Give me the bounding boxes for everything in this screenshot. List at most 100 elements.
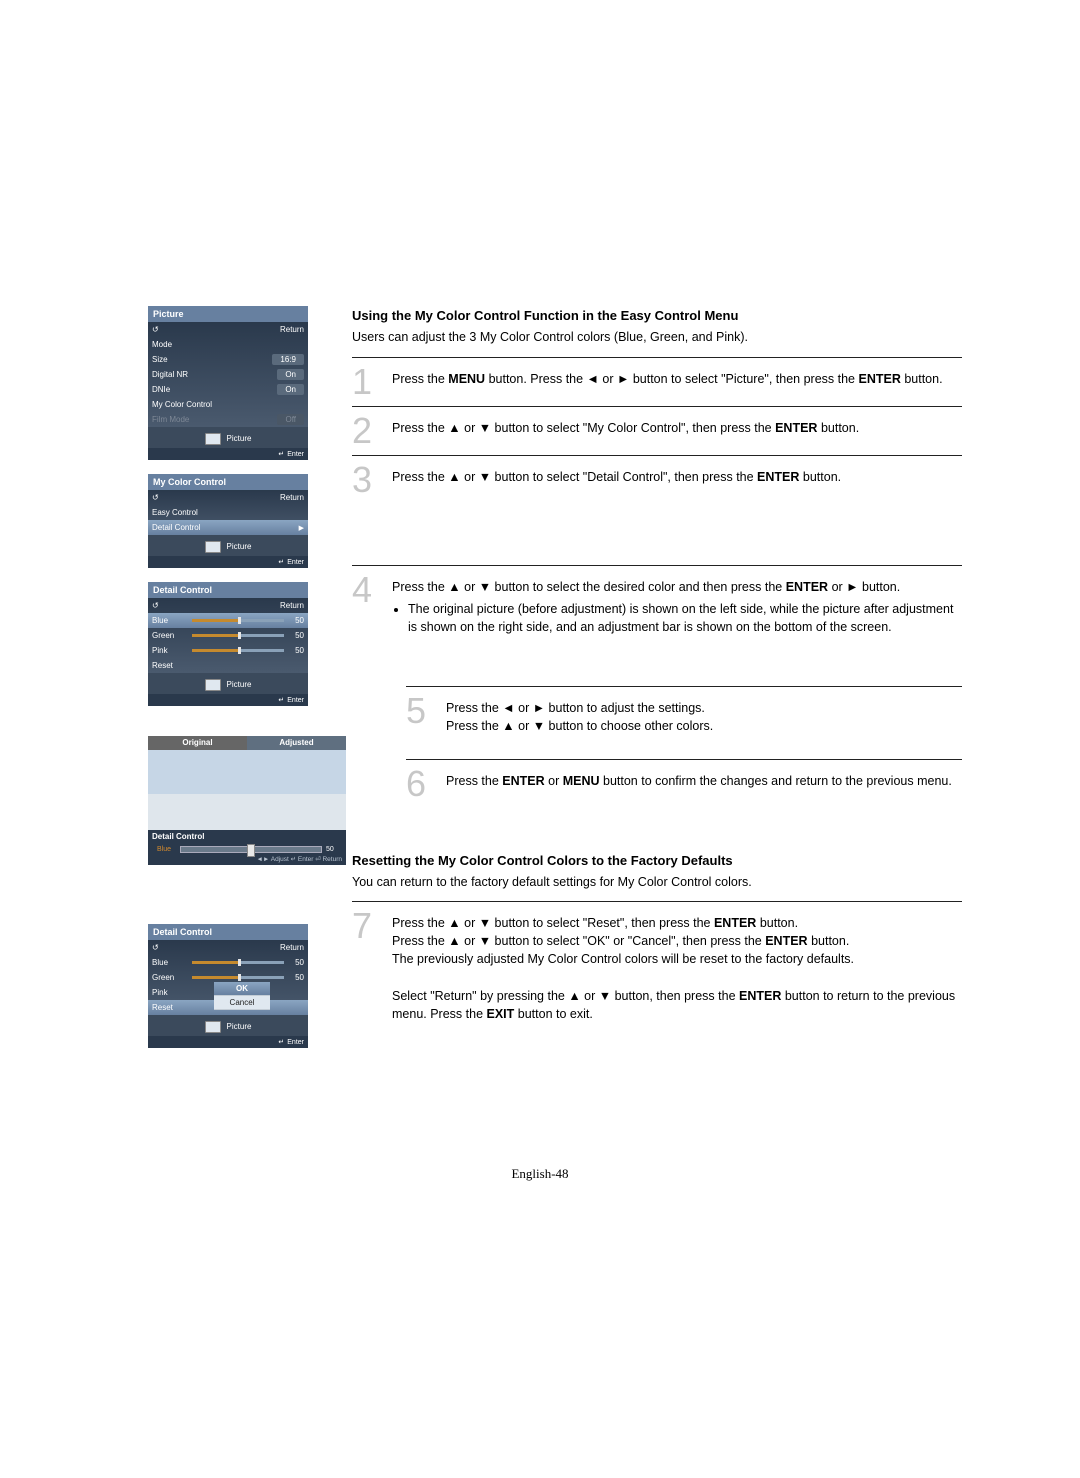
slider-track[interactable] [192, 961, 284, 964]
step-body: Press the MENU button. Press the ◄ or ► … [392, 366, 962, 388]
page-footer: English-48 [511, 1166, 568, 1182]
slider-thumb[interactable] [238, 647, 241, 654]
divider [352, 406, 962, 407]
osd-picture-tab: Picture [148, 673, 308, 694]
main-content: Using the My Color Control Function in t… [352, 308, 962, 1023]
bar-value: 50 [326, 846, 342, 853]
step-2: 2 Press the ▲ or ▼ button to select "My … [352, 415, 962, 447]
section-intro: You can return to the factory default se… [352, 874, 962, 892]
osd-enter-hint: Enter [148, 694, 308, 706]
slider-track[interactable] [192, 649, 284, 652]
image-original [148, 750, 247, 830]
section-title: Resetting the My Color Control Colors to… [352, 853, 962, 868]
step-4: 4 Press the ▲ or ▼ button to select the … [352, 574, 962, 636]
divider [352, 901, 962, 902]
divider [406, 686, 962, 687]
divider [352, 357, 962, 358]
option-cancel[interactable]: Cancel [214, 996, 270, 1010]
divider [352, 455, 962, 456]
osd-detail-control-menu: Detail Control Return Blue 50 Green 50 P… [148, 582, 308, 706]
slider-pink[interactable]: Pink 50 [148, 643, 308, 658]
osd-picture-tab: Picture [148, 1015, 308, 1036]
osd-enter-hint: Enter [148, 448, 308, 460]
osd-detail-control-reset-menu: Detail Control Return Blue 50 Green 50 P… [148, 924, 308, 1048]
osd-title: My Color Control [148, 474, 308, 490]
slider-thumb[interactable] [238, 959, 241, 966]
comparison-title: Detail Control [148, 830, 346, 843]
osd-picture-tab: Picture [148, 535, 308, 556]
osd-enter-hint: Enter [148, 1036, 308, 1048]
menu-item-dnie[interactable]: DNIeOn [148, 382, 308, 397]
menu-item-mode[interactable]: Mode [148, 337, 308, 352]
osd-body: Return Blue 50 Green 50 Pink 50 Reset [148, 598, 308, 673]
step-5: 5 Press the ◄ or ► button to adjust the … [406, 695, 962, 735]
step-6: 6 Press the ENTER or MENU button to conf… [406, 768, 962, 800]
slider-track[interactable] [180, 846, 322, 853]
divider [352, 565, 962, 566]
osd-body: Return Blue 50 Green 50 Pink Reset OK Ca… [148, 940, 308, 1015]
step-number: 6 [406, 768, 440, 800]
slider-thumb[interactable] [247, 844, 255, 857]
step-body: Press the ▲ or ▼ button to select the de… [392, 574, 962, 636]
step-bullets: The original picture (before adjustment)… [392, 600, 962, 636]
menu-item-detail-control[interactable]: Detail Control▶ [148, 520, 308, 535]
slider-track[interactable] [192, 619, 284, 622]
slider-track[interactable] [192, 634, 284, 637]
bar-label: Blue [152, 846, 176, 853]
reset-submenu: OK Cancel [214, 982, 270, 1010]
step-number: 3 [352, 464, 386, 496]
step-number: 5 [406, 695, 440, 727]
label-original: Original [148, 736, 247, 750]
slider-thumb[interactable] [238, 632, 241, 639]
menu-item-reset[interactable]: Reset [148, 658, 308, 673]
slider-blue[interactable]: Blue 50 [148, 955, 308, 970]
slider-blue[interactable]: Blue 50 [148, 613, 308, 628]
comparison-images [148, 750, 346, 830]
image-adjusted [247, 750, 346, 830]
menu-return[interactable]: Return [148, 940, 308, 955]
osd-title: Detail Control [148, 582, 308, 598]
osd-body: Return Easy Control Detail Control▶ [148, 490, 308, 535]
slider-thumb[interactable] [238, 974, 241, 981]
comparison-header: Original Adjusted [148, 736, 346, 750]
slider-track[interactable] [192, 976, 284, 979]
menu-item-easy-control[interactable]: Easy Control [148, 505, 308, 520]
step-body: Press the ▲ or ▼ button to select "Reset… [392, 910, 962, 1023]
step-1: 1 Press the MENU button. Press the ◄ or … [352, 366, 962, 398]
step-body: Press the ▲ or ▼ button to select "Detai… [392, 464, 962, 486]
step-number: 2 [352, 415, 386, 447]
osd-picture-menu: Picture Return Mode Size16:9 Digital NRO… [148, 306, 308, 460]
osd-title: Detail Control [148, 924, 308, 940]
osd-body: Return Mode Size16:9 Digital NROn DNIeOn… [148, 322, 308, 427]
divider [406, 759, 962, 760]
step-body: Press the ▲ or ▼ button to select "My Co… [392, 415, 962, 437]
menu-item-size[interactable]: Size16:9 [148, 352, 308, 367]
menu-return[interactable]: Return [148, 322, 308, 337]
option-ok[interactable]: OK [214, 982, 270, 996]
step-number: 4 [352, 574, 386, 606]
menu-return[interactable]: Return [148, 598, 308, 613]
osd-my-color-control-menu: My Color Control Return Easy Control Det… [148, 474, 308, 568]
slider-thumb[interactable] [238, 617, 241, 624]
section-title: Using the My Color Control Function in t… [352, 308, 962, 323]
comparison-panel: Original Adjusted Detail Control Blue 50… [148, 736, 346, 868]
menu-return[interactable]: Return [148, 490, 308, 505]
slider-green[interactable]: Green 50 [148, 628, 308, 643]
menu-item-digital-nr[interactable]: Digital NROn [148, 367, 308, 382]
step-3: 3 Press the ▲ or ▼ button to select "Det… [352, 464, 962, 496]
step-7: 7 Press the ▲ or ▼ button to select "Res… [352, 910, 962, 1023]
step-body: Press the ENTER or MENU button to confir… [446, 768, 962, 790]
osd-enter-hint: Enter [148, 556, 308, 568]
menu-item-film-mode: Film ModeOff [148, 412, 308, 427]
menu-item-my-color-control[interactable]: My Color Control [148, 397, 308, 412]
step-number: 1 [352, 366, 386, 398]
adjust-bar[interactable]: Blue 50 [148, 843, 346, 854]
step-body: Press the ◄ or ► button to adjust the se… [446, 695, 962, 735]
step-number: 7 [352, 910, 386, 942]
sidebar: Picture Return Mode Size16:9 Digital NRO… [148, 306, 338, 1056]
osd-picture-tab: Picture [148, 427, 308, 448]
label-adjusted: Adjusted [247, 736, 346, 750]
chevron-right-icon: ▶ [299, 524, 304, 532]
section-intro: Users can adjust the 3 My Color Control … [352, 329, 962, 347]
osd-title: Picture [148, 306, 308, 322]
